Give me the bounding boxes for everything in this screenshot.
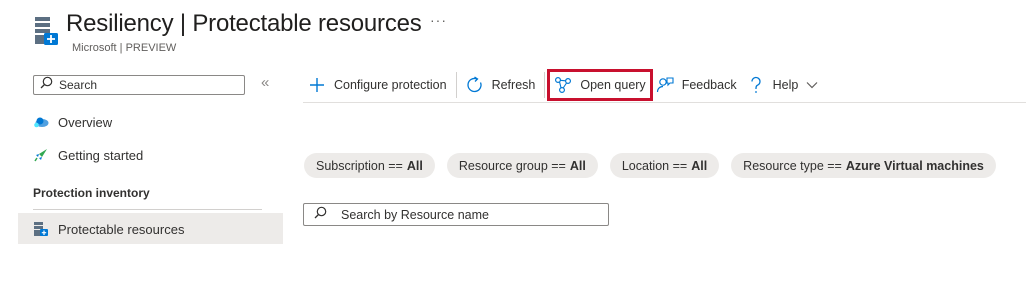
plus-icon (308, 76, 326, 94)
sidebar-item-label: Overview (58, 114, 113, 130)
refresh-label: Refresh (491, 78, 536, 92)
open-query-button[interactable]: Open query (547, 69, 653, 101)
filter-key: Resource type == (743, 158, 842, 173)
feedback-icon (656, 76, 674, 94)
page-subtitle: Microsoft | PREVIEW (72, 42, 177, 54)
nav-search-placeholder: Search (59, 78, 98, 92)
sidebar-item-protectable-resources[interactable]: Protectable resources (33, 218, 184, 240)
filter-value: Azure Virtual machines (845, 158, 984, 173)
section-divider (33, 209, 262, 210)
filter-key: Resource group == (458, 158, 566, 173)
query-nodes-icon (554, 76, 572, 94)
rocket-icon (33, 147, 49, 163)
configure-protection-button[interactable]: Configure protection (303, 71, 452, 99)
sidebar-item-overview[interactable]: Overview (33, 111, 112, 133)
toolbar-divider (544, 72, 546, 98)
help-button[interactable]: Help (742, 71, 824, 99)
resource-search-input[interactable]: Search by Resource name (303, 203, 609, 226)
feedback-label: Feedback (681, 78, 737, 92)
filter-pill-location[interactable]: Location == All (609, 153, 720, 178)
resource-search-placeholder: Search by Resource name (341, 207, 489, 222)
sidebar-item-getting-started[interactable]: Getting started (33, 144, 143, 166)
filter-pill-resource-group[interactable]: Resource group == All (446, 153, 598, 178)
question-icon (747, 76, 765, 94)
feedback-button[interactable]: Feedback (651, 71, 742, 99)
protectable-server-icon (33, 221, 49, 237)
refresh-button[interactable]: Refresh (461, 71, 541, 99)
section-header-protection-inventory: Protection inventory (33, 186, 150, 200)
filter-pill-resource-type[interactable]: Resource type == Azure Virtual machines (731, 153, 996, 178)
chevron-down-icon (806, 81, 818, 89)
configure-protection-label: Configure protection (334, 78, 447, 92)
filter-value: All (569, 158, 586, 173)
toolbar-divider-line (303, 102, 1026, 103)
filter-key: Subscription == (316, 158, 403, 173)
search-icon (40, 76, 53, 94)
sidebar-item-label: Getting started (58, 147, 144, 163)
refresh-icon (466, 76, 484, 94)
open-query-label: Open query (580, 78, 646, 92)
filter-value: All (691, 158, 708, 173)
filter-value: All (406, 158, 423, 173)
more-options-button[interactable]: ··· (430, 12, 447, 28)
filter-pill-subscription[interactable]: Subscription == All (304, 153, 435, 178)
cloud-overview-icon (33, 114, 49, 130)
search-icon (314, 206, 327, 224)
collapse-sidebar-button[interactable]: « (261, 74, 269, 91)
filter-key: Location == (621, 158, 688, 173)
sidebar-item-label: Protectable resources (58, 221, 185, 237)
filter-pills: Subscription == All Resource group == All … (304, 153, 1008, 178)
command-bar: Configure protection Refresh Open query … (303, 69, 824, 101)
toolbar-divider (455, 72, 457, 98)
nav-search-input[interactable]: Search (33, 75, 245, 95)
page-title: Resiliency | Protectable resources (66, 10, 422, 37)
help-label: Help (772, 78, 799, 92)
resiliency-server-icon (33, 16, 61, 46)
